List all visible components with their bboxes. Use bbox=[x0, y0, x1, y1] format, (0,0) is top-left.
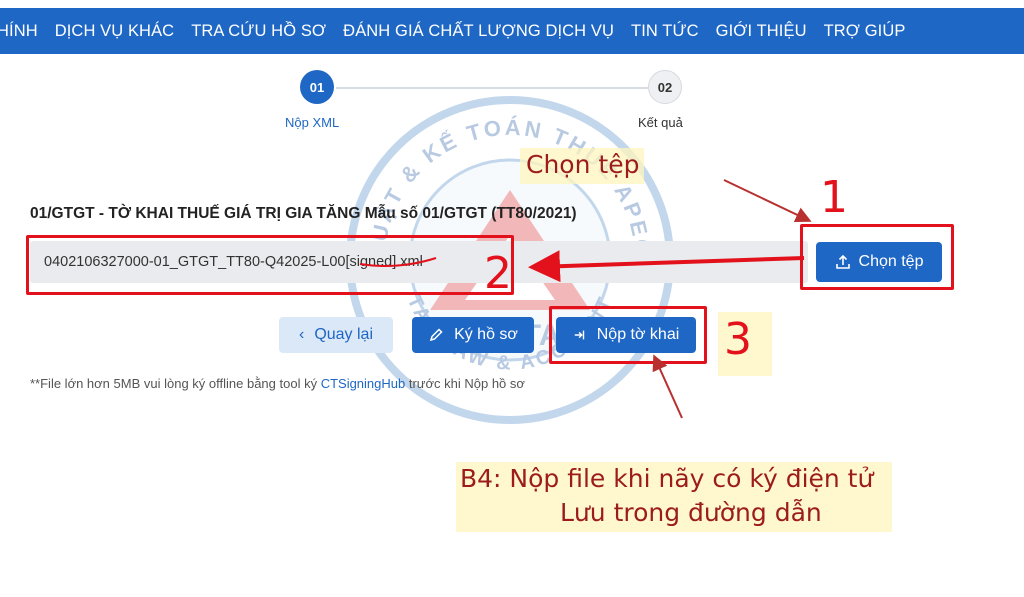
arrow-to-choose-box bbox=[723, 179, 812, 223]
step-1-label: Nộp XML bbox=[285, 115, 340, 130]
file-size-note: **File lớn hơn 5MB vui lòng ký offline b… bbox=[30, 376, 525, 391]
instruction-line-2: Lưu trong đường dẫn bbox=[560, 498, 822, 527]
nav-item-news[interactable]: TIN TỨC bbox=[631, 22, 699, 41]
chevron-left-icon: ‹ bbox=[298, 326, 305, 343]
nav-item-service-rating[interactable]: ĐÁNH GIÁ CHẤT LƯỢNG DỊCH VỤ bbox=[343, 22, 614, 41]
step-1-circle: 01 bbox=[300, 70, 334, 104]
back-label: Quay lại bbox=[314, 326, 374, 343]
annotation-box-file bbox=[26, 235, 514, 295]
nav-item-other-services[interactable]: DỊCH VỤ KHÁC bbox=[55, 22, 174, 41]
note-prefix: **File lớn hơn 5MB vui lòng ký offline b… bbox=[30, 376, 321, 391]
sign-label: Ký hồ sơ bbox=[454, 326, 518, 343]
nav-item-about[interactable]: GIỚI THIỆU bbox=[716, 22, 807, 41]
note-suffix: trước khi Nộp hồ sơ bbox=[405, 376, 525, 391]
arrow-to-submit-box bbox=[652, 354, 683, 419]
top-navbar: HÍNH DỊCH VỤ KHÁC TRA CỨU HỒ SƠ ĐÁNH GIÁ… bbox=[0, 8, 1024, 54]
choose-file-caption: Chọn tệp bbox=[526, 150, 640, 179]
stepper-connector bbox=[336, 87, 648, 89]
ctsigninghub-link[interactable]: CTSigningHub bbox=[321, 376, 406, 391]
step-2-label: Kết quả bbox=[638, 115, 683, 130]
annotation-box-submit bbox=[549, 306, 707, 364]
back-button[interactable]: ‹ Quay lại bbox=[279, 317, 393, 353]
nav-item-partial[interactable]: HÍNH bbox=[0, 22, 38, 41]
annotation-number-1: 1 bbox=[820, 172, 848, 223]
pen-icon bbox=[429, 328, 443, 342]
form-title: 01/GTGT - TỜ KHAI THUẾ GIÁ TRỊ GIA TĂNG … bbox=[30, 205, 577, 222]
step-2-circle: 02 bbox=[648, 70, 682, 104]
nav-item-help[interactable]: TRỢ GIÚP bbox=[824, 22, 906, 41]
annotation-number-3: 3 bbox=[724, 314, 752, 365]
nav-menu: HÍNH DỊCH VỤ KHÁC TRA CỨU HỒ SƠ ĐÁNH GIÁ… bbox=[0, 8, 1024, 54]
sign-record-button[interactable]: Ký hồ sơ bbox=[412, 317, 534, 353]
instruction-line-1: B4: Nộp file khi nãy có ký điện tử bbox=[460, 464, 874, 493]
nav-item-lookup-records[interactable]: TRA CỨU HỒ SƠ bbox=[191, 22, 326, 41]
annotation-number-2: 2 bbox=[484, 248, 512, 299]
annotation-box-choose bbox=[800, 224, 954, 290]
